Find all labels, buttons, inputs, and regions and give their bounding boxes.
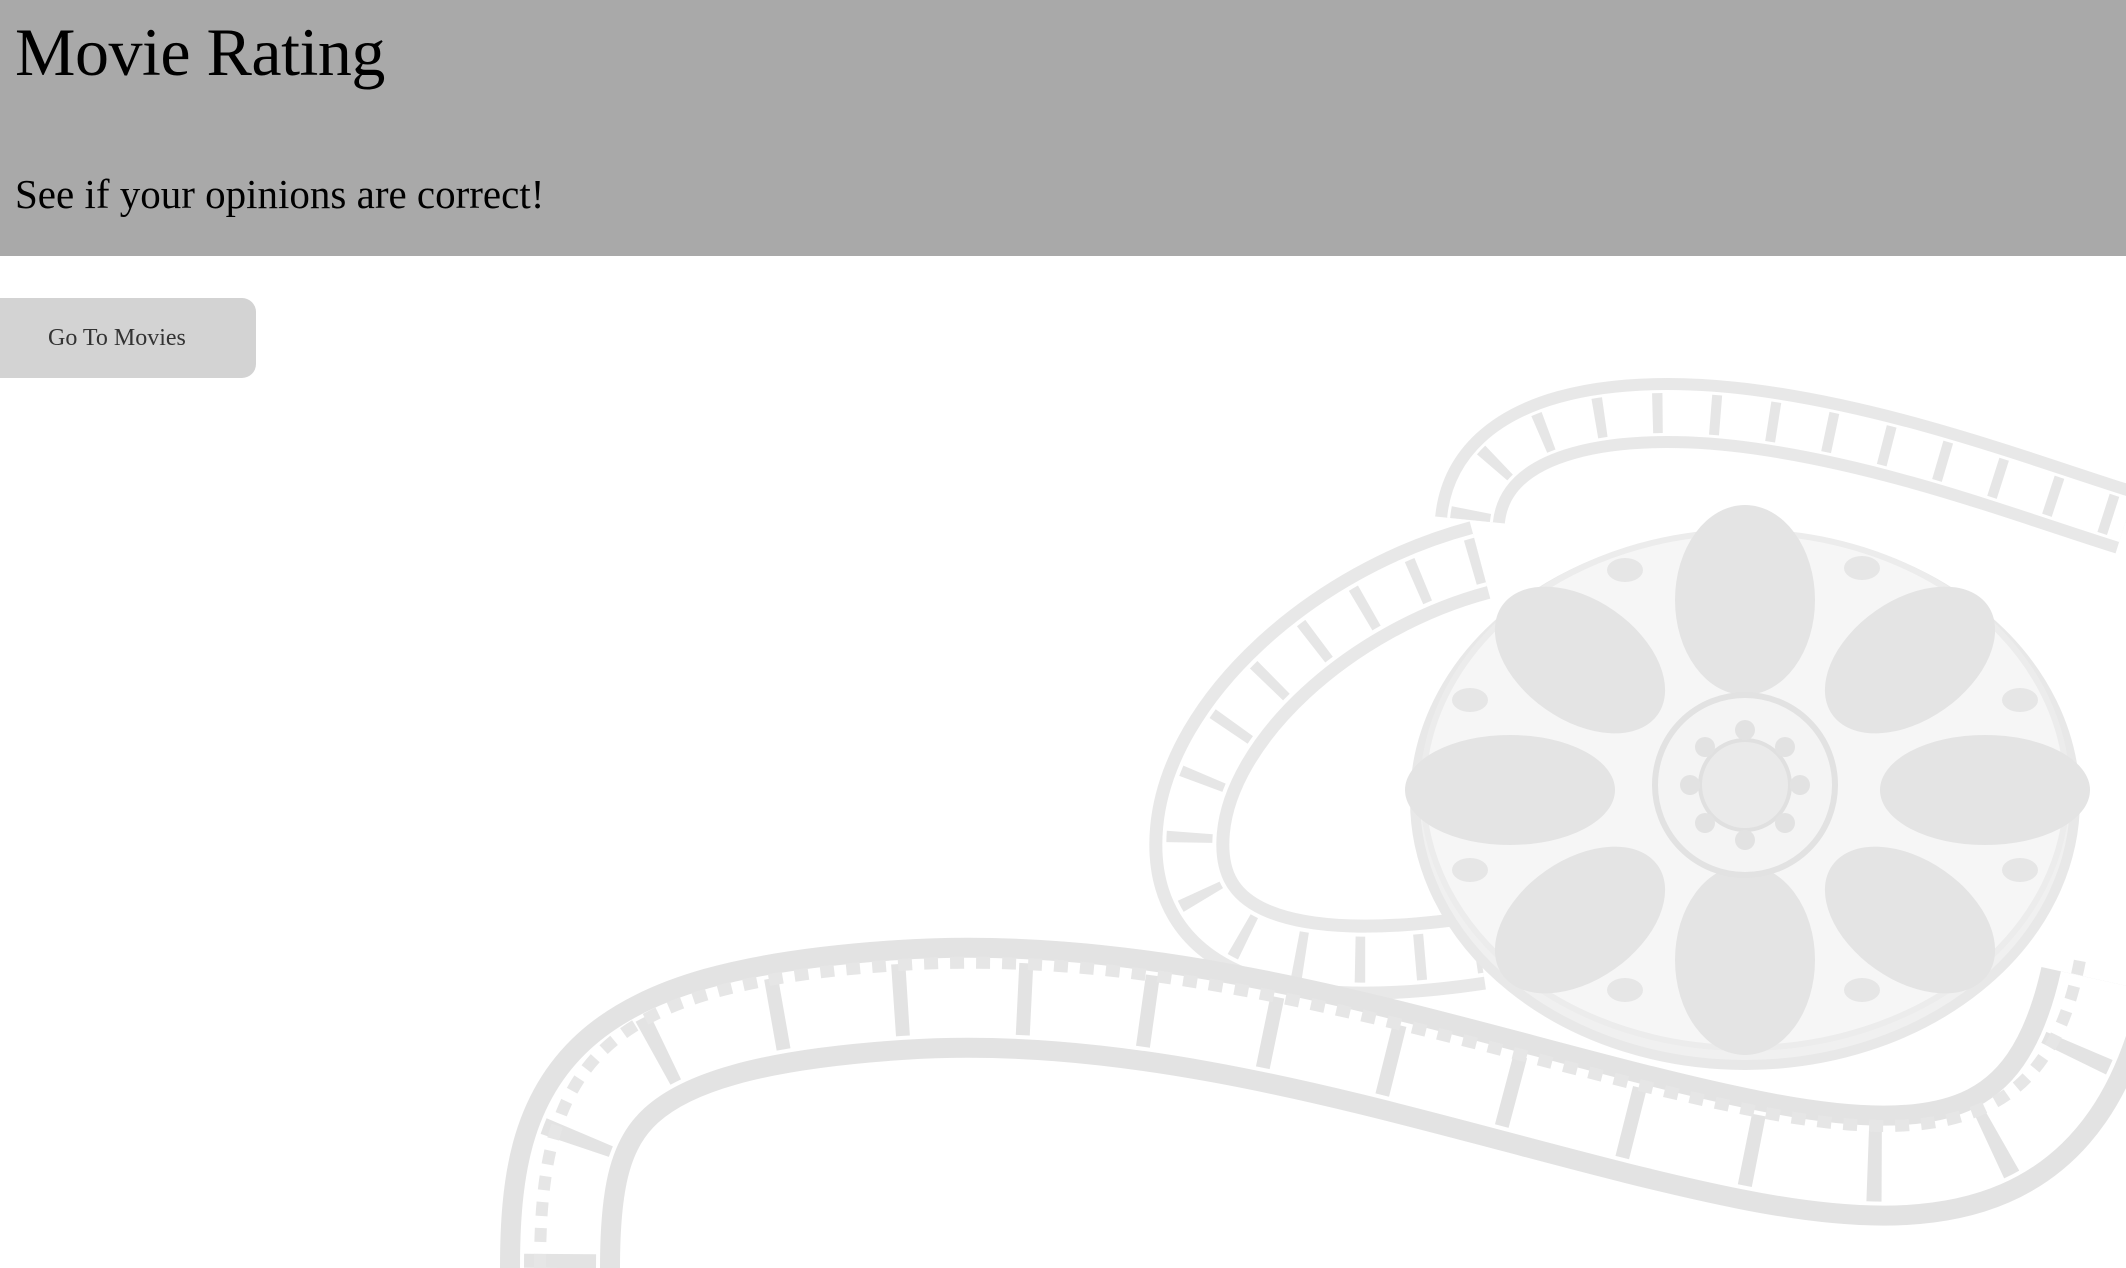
page: Movie Rating See if your opinions are co… <box>0 0 2126 1268</box>
film-strip-upper <box>1435 378 2126 554</box>
page-header: Movie Rating See if your opinions are co… <box>0 0 2126 256</box>
page-subtitle: See if your opinions are correct! <box>15 171 545 217</box>
page-title: Movie Rating <box>15 14 385 90</box>
go-to-movies-button[interactable]: Go To Movies <box>0 298 256 378</box>
reel <box>1405 505 2090 1070</box>
